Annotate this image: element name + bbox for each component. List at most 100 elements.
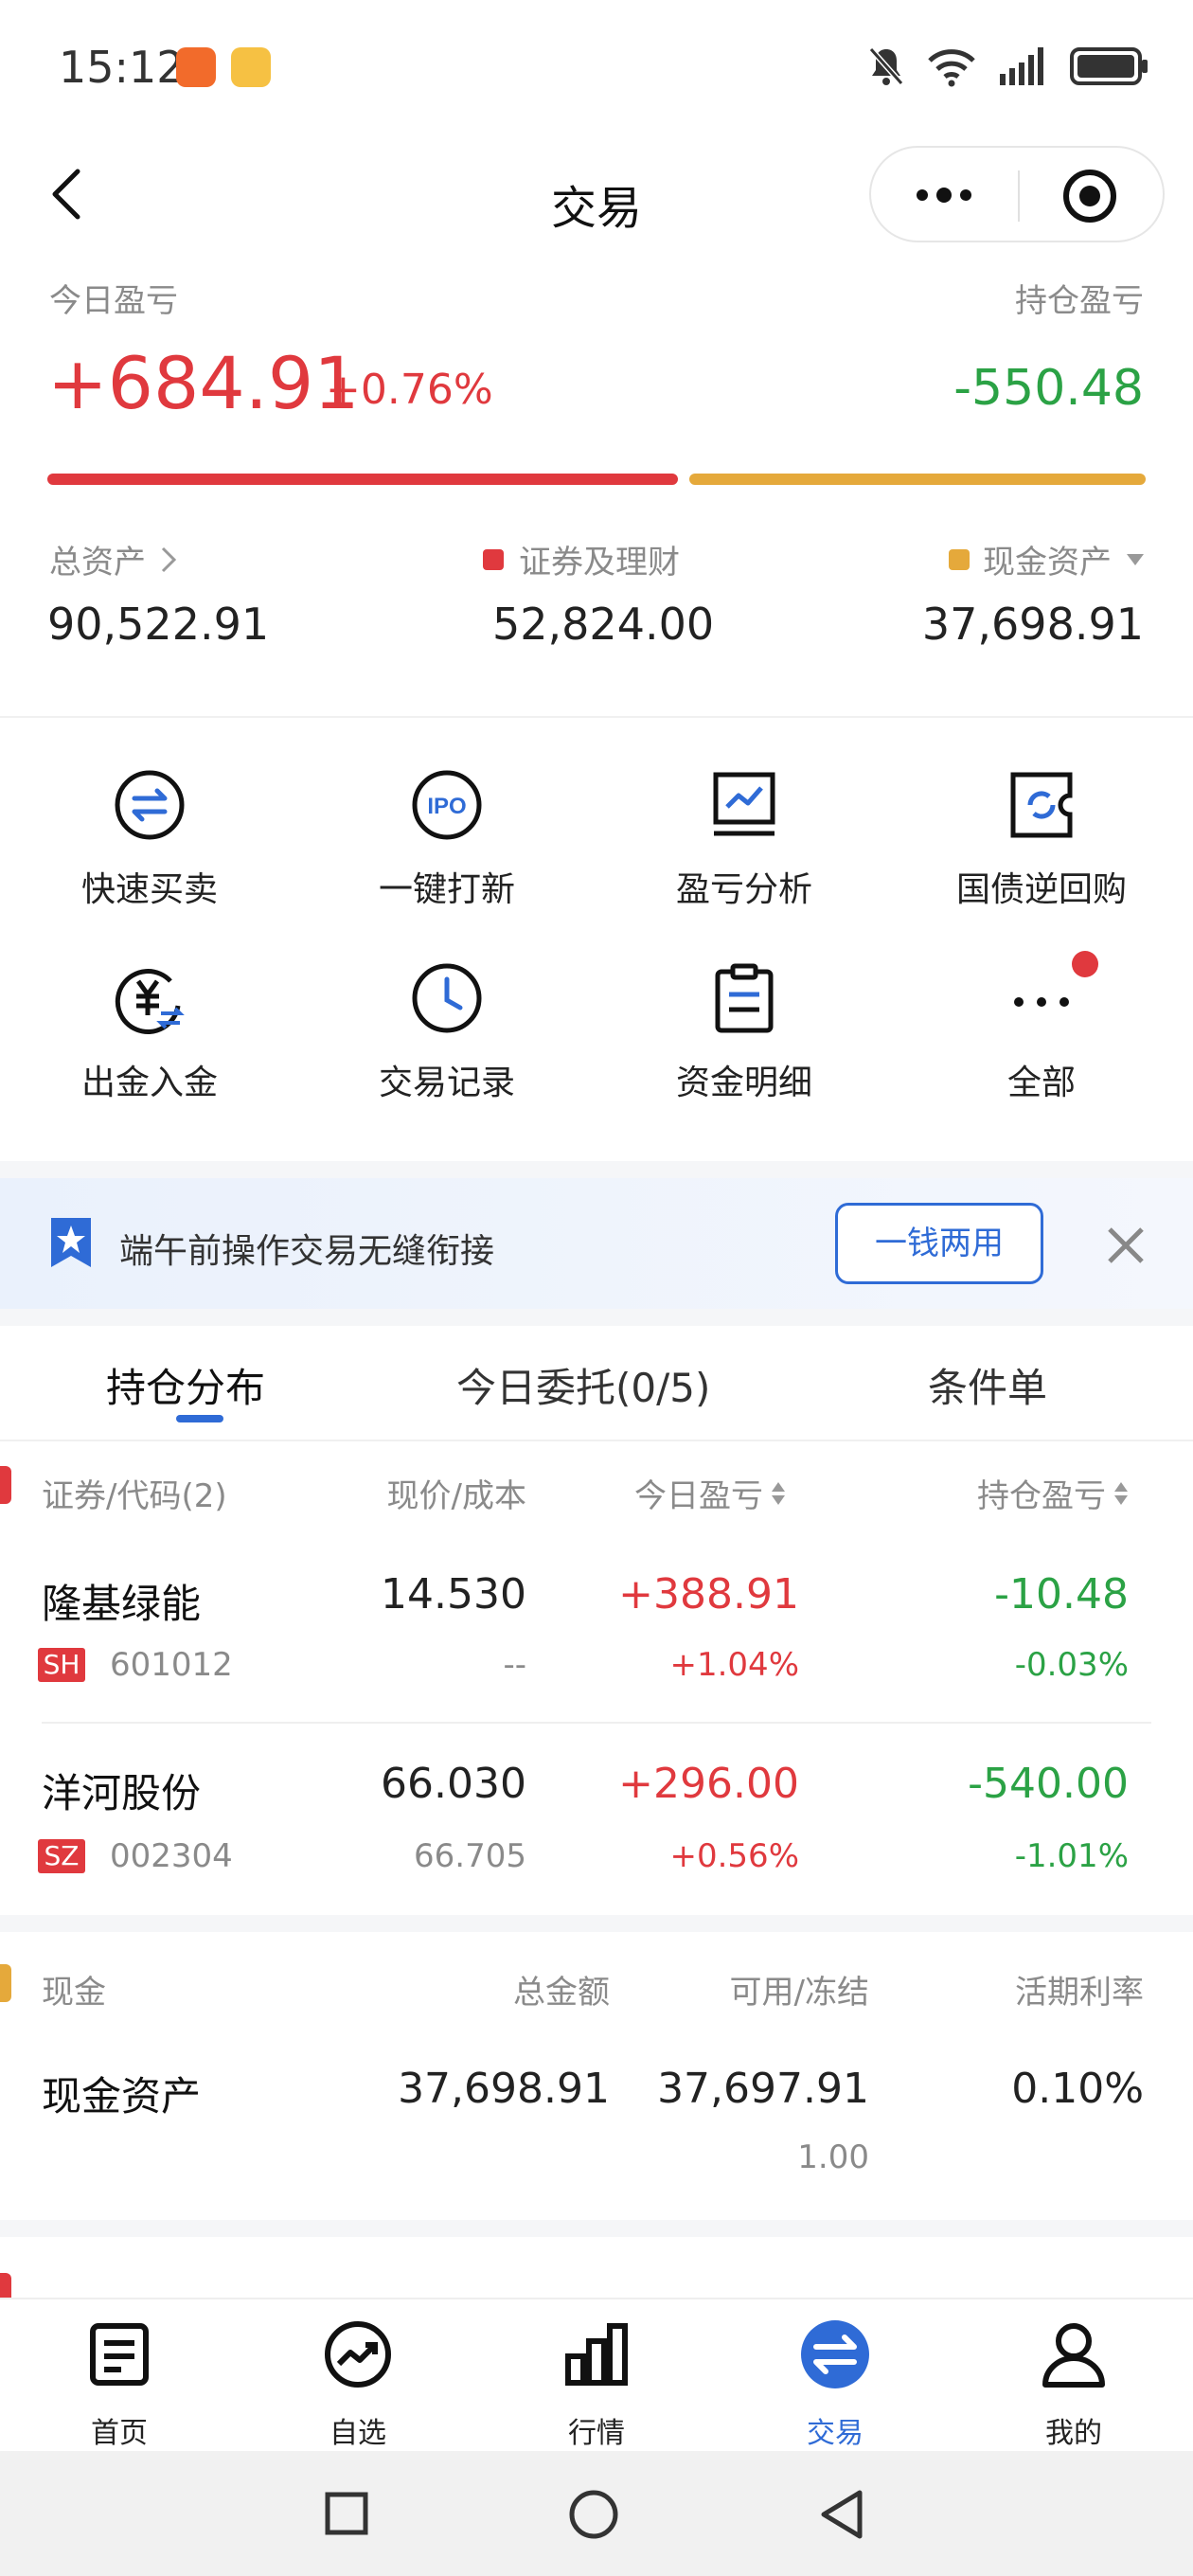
table-row[interactable]: 隆基绿能 SH 601012 14.530 -- +388.91 +1.04% … xyxy=(0,1534,1193,1724)
cash-available: 37,697.91 xyxy=(657,2065,869,2113)
close-target-icon[interactable] xyxy=(1060,167,1119,225)
reverse-repo-label: 国债逆回购 xyxy=(955,870,1127,909)
pl-analysis-button[interactable]: 盈亏分析 xyxy=(621,767,867,947)
sort-icon xyxy=(1114,1481,1128,1505)
wifi-icon xyxy=(928,49,975,87)
nav-home[interactable]: 首页 xyxy=(44,2318,195,2451)
bookmark-star-icon xyxy=(51,1218,91,1267)
cash-frozen: 1.00 xyxy=(797,2138,869,2176)
today-pl-percent: +0.76% xyxy=(326,366,493,414)
positions-header-holding: 持仓盈亏 xyxy=(977,1477,1106,1515)
home-doc-icon xyxy=(90,2323,149,2386)
sort-today-pl[interactable]: 今日盈亏 xyxy=(634,1470,786,1516)
nav-watchlist[interactable]: 自选 xyxy=(282,2318,434,2451)
sort-icon xyxy=(772,1481,785,1505)
today-pl: +388.91 xyxy=(618,1570,799,1619)
clipboard-icon xyxy=(715,963,774,1033)
positions-header-today: 今日盈亏 xyxy=(634,1477,763,1515)
banner-text: 端午前操作交易无缝衔接 xyxy=(119,1232,495,1271)
today-pl-pct: +1.04% xyxy=(669,1646,800,1684)
more-menu-icon[interactable] xyxy=(911,176,977,214)
cash-interest-rate: 0.10% xyxy=(1011,2065,1144,2113)
bar-chart-icon xyxy=(565,2323,628,2386)
positions-header-name: 证券/代码(2) xyxy=(42,1477,227,1515)
cash-header-rate: 活期利率 xyxy=(1015,1974,1144,2012)
table-row[interactable]: 洋河股份 SZ 002304 66.030 66.705 +296.00 +0.… xyxy=(0,1724,1193,1913)
securities-value: 52,824.00 xyxy=(492,599,715,650)
trade-swap-icon xyxy=(801,2320,869,2388)
swap-circle-icon xyxy=(115,770,185,840)
holding-pl-label: 持仓盈亏 xyxy=(1015,282,1144,320)
holding-pl-value: -550.48 xyxy=(953,360,1144,417)
trade-records-button[interactable]: 交易记录 xyxy=(324,960,570,1140)
reverse-repo-button[interactable]: 国债逆回购 xyxy=(918,767,1165,947)
security-name: 隆基绿能 xyxy=(42,1581,202,1627)
security-name: 洋河股份 xyxy=(42,1770,202,1816)
section-divider xyxy=(0,1915,1193,1932)
section-divider xyxy=(0,2220,1193,2237)
market-tag: SH xyxy=(38,1648,85,1682)
securities-legend: 证券及理财 xyxy=(483,536,680,582)
quick-trade-button[interactable]: 快速买卖 xyxy=(27,767,273,947)
cash-share-bar xyxy=(689,474,1146,485)
nav-profile[interactable]: 我的 xyxy=(998,2318,1149,2451)
pl-analysis-label: 盈亏分析 xyxy=(675,870,812,909)
divider xyxy=(0,1440,1193,1441)
tab-today-orders[interactable]: 今日委托(0/5) xyxy=(456,1356,710,1414)
home-circle-icon[interactable] xyxy=(568,2489,619,2540)
cash-value: 37,698.91 xyxy=(921,599,1144,650)
cash-header-total: 总金额 xyxy=(513,1974,610,2012)
nav-home-label: 首页 xyxy=(91,2417,148,2450)
cost-price: 66.705 xyxy=(414,1837,526,1875)
system-nav-bar xyxy=(0,2451,1193,2576)
total-assets-value: 90,522.91 xyxy=(47,599,270,650)
current-price: 66.030 xyxy=(381,1760,526,1808)
back-triangle-icon[interactable] xyxy=(818,2489,865,2540)
holding-pl: -10.48 xyxy=(994,1570,1129,1619)
status-bar: 15:12 xyxy=(0,0,1193,142)
cash-header-name: 现金 xyxy=(42,1974,106,2012)
fund-details-button[interactable]: 资金明细 xyxy=(621,960,867,1140)
total-assets-link[interactable]: 总资产 xyxy=(49,536,178,582)
ipo-button[interactable]: IPO 一键打新 xyxy=(324,767,570,947)
active-tab-indicator xyxy=(176,1415,223,1422)
refresh-ticket-icon xyxy=(1010,772,1073,838)
tab-positions[interactable]: 持仓分布 xyxy=(106,1356,265,1414)
tab-conditional-orders[interactable]: 条件单 xyxy=(928,1356,1047,1414)
nav-trade[interactable]: 交易 xyxy=(759,2318,911,2451)
close-icon[interactable] xyxy=(1106,1225,1146,1265)
weibo-notification-icon xyxy=(231,47,271,87)
ipo-icon: IPO xyxy=(412,770,482,840)
section-divider xyxy=(0,1161,1193,1178)
battery-icon xyxy=(1070,47,1148,85)
status-time: 15:12 xyxy=(59,42,185,93)
divider xyxy=(0,716,1193,718)
security-code: 601012 xyxy=(110,1646,233,1684)
deposit-withdraw-button[interactable]: 出金入金 xyxy=(27,960,273,1140)
more-dots-icon xyxy=(1014,997,1069,1007)
status-icons xyxy=(867,45,1149,87)
svg-text:IPO: IPO xyxy=(427,794,466,819)
today-pl: +296.00 xyxy=(618,1760,799,1808)
today-pl-pct: +0.56% xyxy=(669,1837,800,1875)
mini-program-capsule xyxy=(869,146,1165,242)
user-icon xyxy=(1042,2323,1105,2388)
promo-banner: 端午前操作交易无缝衔接 一钱两用 xyxy=(0,1178,1193,1309)
all-functions-button[interactable]: 全部 xyxy=(918,951,1165,1140)
nav-market[interactable]: 行情 xyxy=(521,2318,672,2451)
holding-pl-pct: -1.01% xyxy=(1014,1837,1129,1875)
nav-market-label: 行情 xyxy=(568,2417,625,2450)
banner-action-button[interactable]: 一钱两用 xyxy=(835,1203,1043,1284)
recent-apps-icon[interactable] xyxy=(324,2491,369,2536)
section-divider xyxy=(0,1309,1193,1326)
security-code: 002304 xyxy=(110,1837,233,1875)
app-notification-icon xyxy=(176,47,216,87)
trade-records-label: 交易记录 xyxy=(378,1064,515,1102)
chevron-right-icon xyxy=(161,546,177,572)
securities-share-bar xyxy=(47,474,678,485)
cash-legend-dropdown[interactable]: 现金资产 xyxy=(949,536,1146,582)
market-tag: SZ xyxy=(38,1839,85,1873)
cash-row[interactable]: 现金资产 37,698.91 37,697.91 1.00 0.10% xyxy=(0,2027,1193,2197)
mute-bell-icon xyxy=(868,47,904,85)
sort-holding-pl[interactable]: 持仓盈亏 xyxy=(977,1470,1129,1516)
